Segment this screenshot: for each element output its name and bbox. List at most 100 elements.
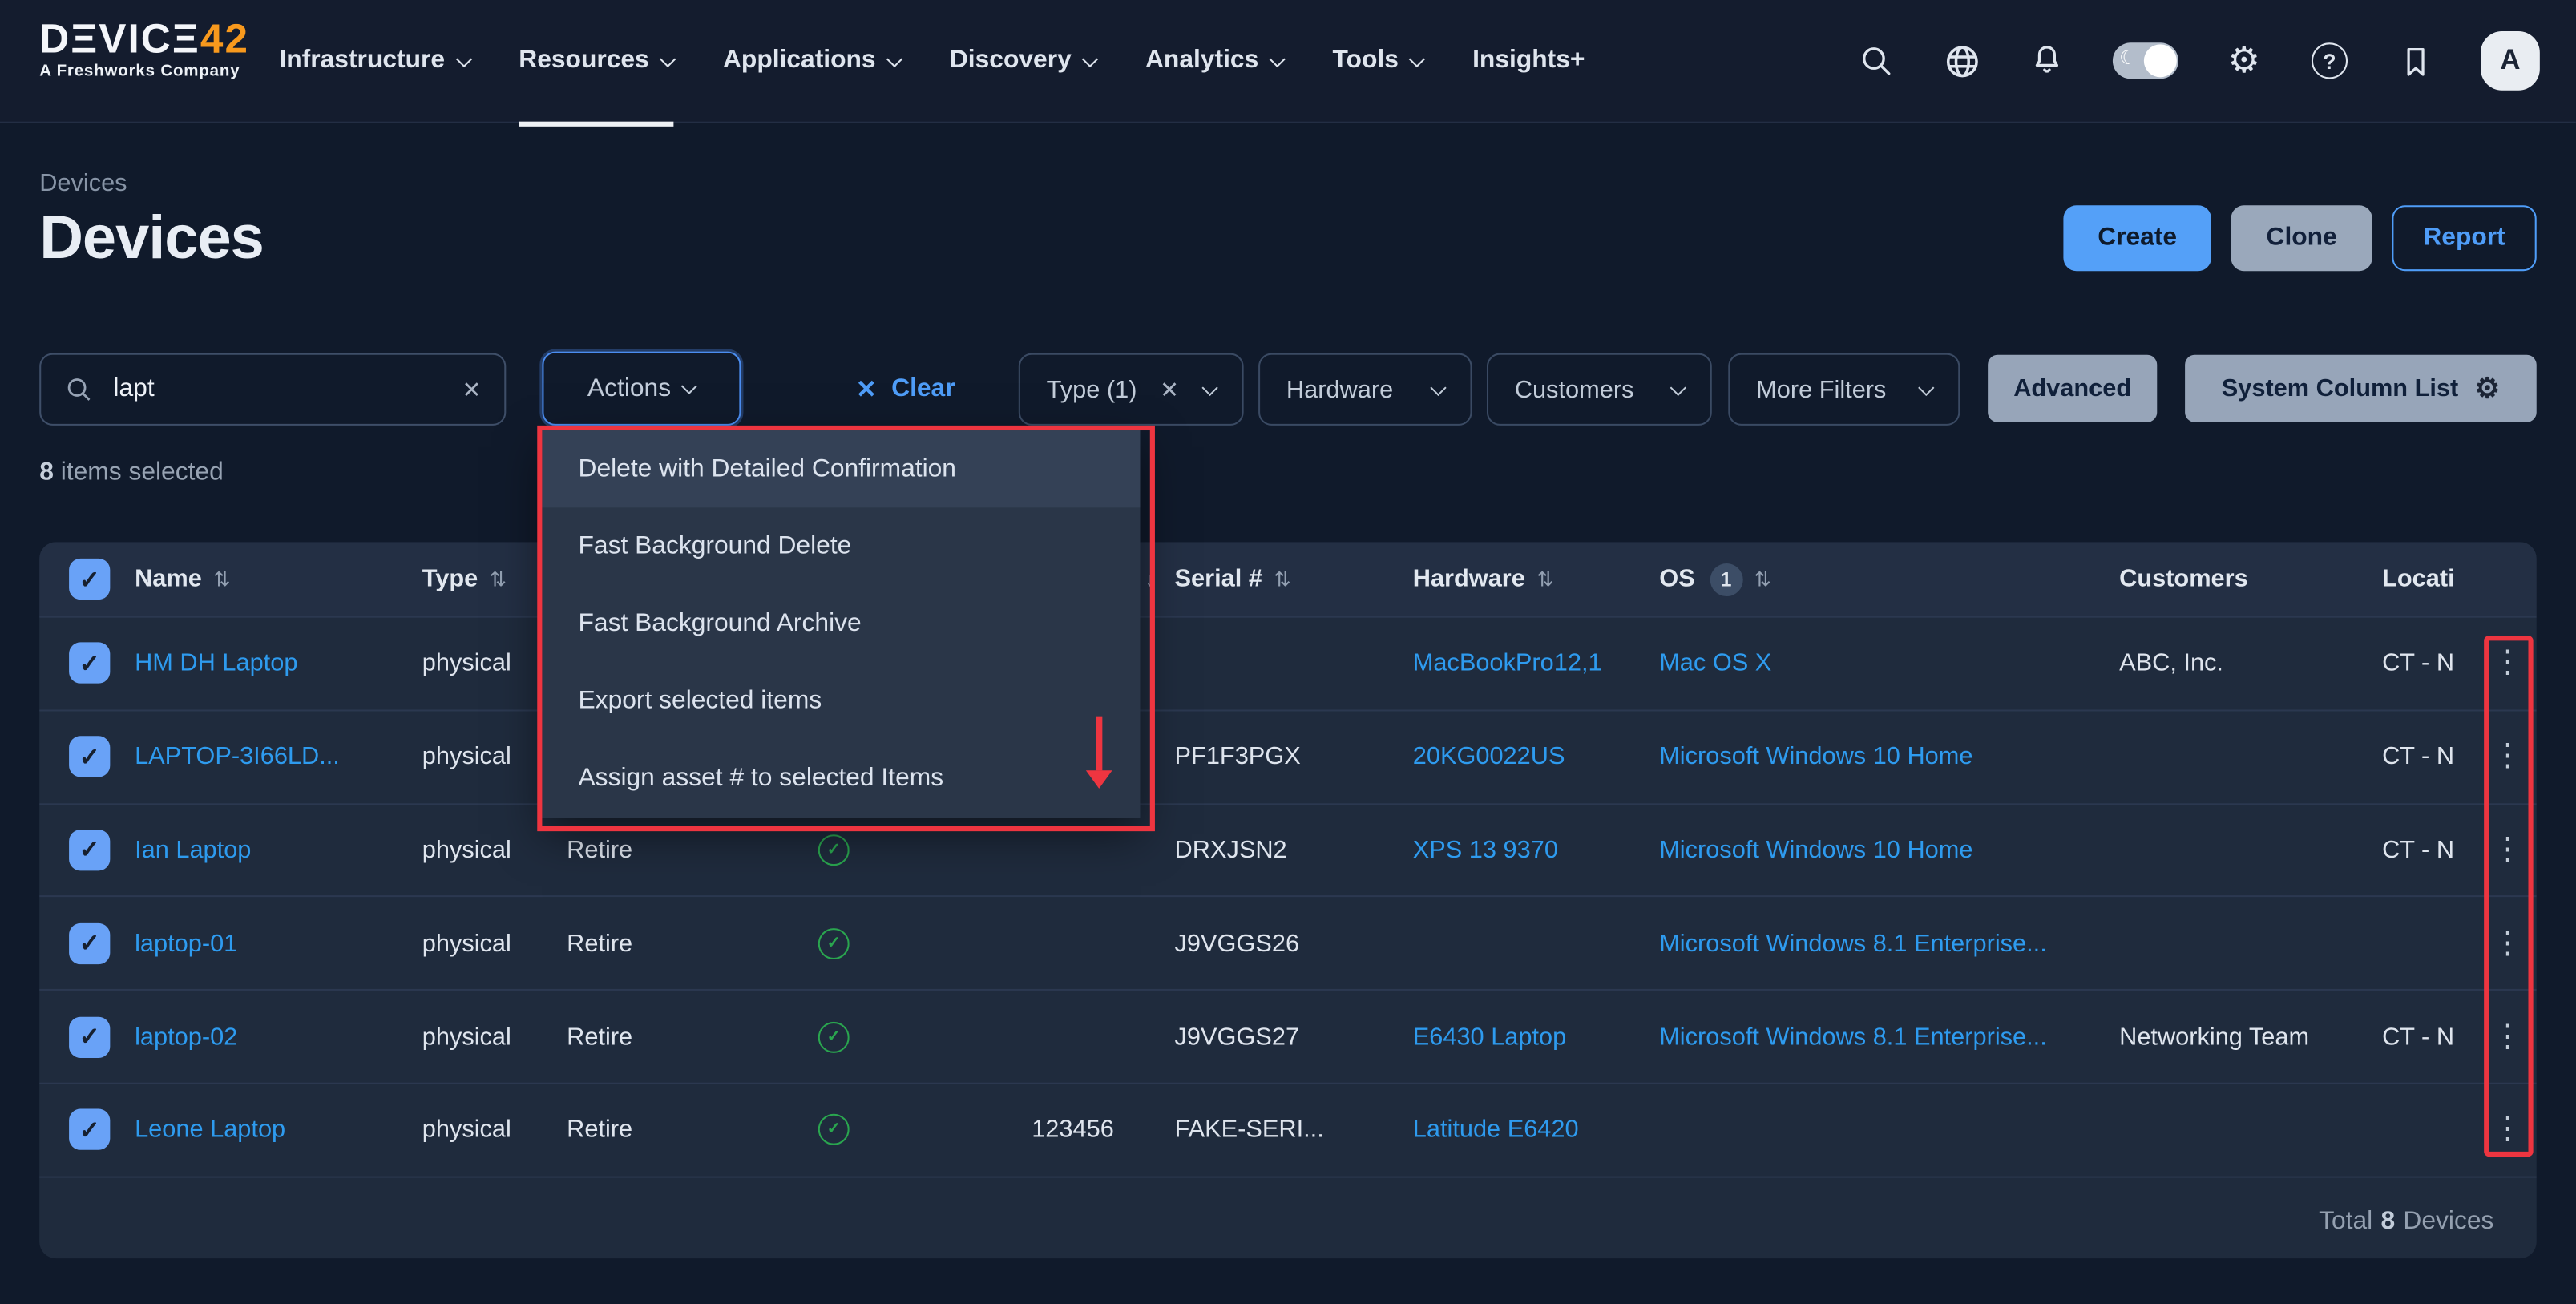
filter-chip-type-1-[interactable]: Type (1)✕ (1019, 353, 1244, 426)
chevron-down-icon (660, 50, 676, 67)
filter-chip-hardware[interactable]: Hardware (1258, 353, 1472, 426)
cell-type: physical (422, 991, 511, 1082)
menu-item-fast-background-delete[interactable]: Fast Background Delete (542, 508, 1140, 586)
row-checkbox[interactable] (69, 1109, 110, 1150)
cell-os[interactable]: Mac OS X (1659, 618, 1771, 709)
filter-chip-more-filters[interactable]: More Filters (1728, 353, 1960, 426)
row-checkbox[interactable] (69, 643, 110, 684)
row-actions-menu-button[interactable] (2490, 618, 2526, 709)
nav-item-insights-[interactable]: Insights+ (1472, 0, 1585, 122)
system-column-list-button[interactable]: System Column List⚙ (2185, 355, 2537, 422)
breadcrumb[interactable]: Devices (39, 169, 127, 197)
cell-in-service (818, 898, 850, 989)
nav-item-applications[interactable]: Applications (723, 0, 900, 122)
chevron-down-icon (886, 50, 902, 67)
cell-name[interactable]: LAPTOP-3I66LD... (135, 711, 340, 802)
row-checkbox[interactable] (69, 922, 110, 963)
device42-logo[interactable]: DΞVICΞ42 A Freshworks Company (39, 18, 249, 81)
cell-location: CT - N (2382, 991, 2481, 1082)
user-avatar[interactable]: A (2481, 31, 2540, 91)
row-checkbox[interactable] (69, 830, 110, 870)
column-header-hardware[interactable]: Hardware (1413, 542, 1554, 616)
globe-icon[interactable] (1942, 41, 1981, 80)
advanced-button[interactable]: Advanced (1988, 355, 2157, 422)
column-header-name[interactable]: Name (135, 542, 231, 616)
column-gear-icon: ⚙ (2475, 372, 2500, 405)
nav-item-infrastructure[interactable]: Infrastructure (279, 0, 469, 122)
column-header-os[interactable]: OS1 (1659, 542, 1771, 616)
cell-name[interactable]: laptop-02 (135, 991, 237, 1082)
filter-chip-label: More Filters (1756, 375, 1886, 403)
in-service-check-icon (818, 928, 850, 959)
search-clear-icon[interactable]: ✕ (462, 375, 482, 403)
help-icon[interactable]: ? (2310, 41, 2349, 80)
actions-dropdown-button[interactable]: Actions (542, 352, 741, 426)
row-actions-menu-button[interactable] (2490, 711, 2526, 802)
search-icon[interactable] (1856, 41, 1896, 80)
filter-clear-icon[interactable]: ✕ (1160, 375, 1179, 403)
row-actions-menu-button[interactable] (2490, 1084, 2526, 1176)
page-action-buttons: Create Clone Report (2063, 205, 2536, 271)
column-header-serial[interactable]: Serial # (1175, 542, 1291, 616)
cell-name[interactable]: HM DH Laptop (135, 618, 297, 709)
row-actions-menu-button[interactable] (2490, 991, 2526, 1082)
main-menu: InfrastructureResourcesApplicationsDisco… (279, 0, 1585, 122)
row-actions-menu-button[interactable] (2490, 805, 2526, 896)
devices-table: Name Type Serial # Hardware OS1 Customer… (39, 542, 2537, 1258)
cell-os[interactable]: Microsoft Windows 8.1 Enterprise... (1659, 898, 2047, 989)
table-row: laptop-02physicalRetireJ9VGGS27E6430 Lap… (39, 989, 2537, 1082)
notifications-bell-icon[interactable] (2027, 41, 2066, 80)
row-checkbox[interactable] (69, 1016, 110, 1057)
nav-item-label: Analytics (1145, 46, 1258, 75)
row-actions-menu-button[interactable] (2490, 898, 2526, 989)
column-header-type[interactable]: Type (422, 542, 507, 616)
cell-hardware[interactable]: E6430 Laptop (1413, 991, 1566, 1082)
device42-app: DΞVICΞ42 A Freshworks Company Infrastruc… (0, 0, 2576, 1304)
table-row: HM DH LaptopphysicalMacBookPro12,1Mac OS… (39, 616, 2537, 709)
cell-type: physical (422, 711, 511, 802)
search-box[interactable]: ✕ (39, 353, 506, 426)
cell-hardware[interactable]: MacBookPro12,1 (1413, 618, 1602, 709)
chevron-down-icon (455, 50, 471, 67)
table-row: Leone LaptopphysicalRetire123456FAKE-SER… (39, 1083, 2537, 1176)
cell-hardware[interactable]: 20KG0022US (1413, 711, 1565, 802)
page-title: Devices (39, 204, 264, 273)
hidden-column-sort-icon (1145, 542, 1156, 616)
menu-item-fast-background-archive[interactable]: Fast Background Archive (542, 586, 1140, 664)
cell-name[interactable]: laptop-01 (135, 898, 237, 989)
column-header-location[interactable]: Locati (2382, 542, 2455, 616)
in-service-check-icon (818, 834, 850, 866)
dark-mode-toggle[interactable]: ☾ (2113, 42, 2178, 79)
nav-item-resources[interactable]: Resources (519, 0, 673, 127)
filter-chip-customers[interactable]: Customers (1487, 353, 1712, 426)
clear-filters-link[interactable]: ✕ Clear (856, 352, 955, 426)
brand-subtitle: A Freshworks Company (39, 63, 249, 81)
cell-serial: FAKE-SERI... (1175, 1084, 1324, 1176)
menu-item-delete-with-detailed-confirmation[interactable]: Delete with Detailed Confirmation (542, 430, 1140, 508)
row-checkbox[interactable] (69, 737, 110, 777)
cell-os[interactable]: Microsoft Windows 10 Home (1659, 711, 1972, 802)
nav-item-tools[interactable]: Tools (1332, 0, 1423, 122)
cell-os[interactable]: Microsoft Windows 8.1 Enterprise... (1659, 991, 2047, 1082)
cell-hardware[interactable]: Latitude E6420 (1413, 1084, 1579, 1176)
menu-item-export-selected-items[interactable]: Export selected items (542, 663, 1140, 741)
cell-os[interactable]: Microsoft Windows 10 Home (1659, 805, 1972, 896)
toggle-knob (2144, 44, 2177, 77)
column-header-customers[interactable]: Customers (2119, 542, 2248, 616)
select-all-checkbox[interactable] (69, 559, 110, 600)
nav-item-discovery[interactable]: Discovery (950, 0, 1096, 122)
table-row: laptop-01physicalRetireJ9VGGS26Microsoft… (39, 896, 2537, 989)
settings-gear-icon[interactable]: ⚙ (2224, 41, 2263, 80)
chevron-down-icon (1409, 50, 1425, 67)
nav-item-analytics[interactable]: Analytics (1145, 0, 1283, 122)
cell-name[interactable]: Ian Laptop (135, 805, 251, 896)
cell-hardware[interactable]: XPS 13 9370 (1413, 805, 1558, 896)
report-button[interactable]: Report (2392, 205, 2536, 271)
menu-item-assign-asset-to-selected-items[interactable]: Assign asset # to selected Items (542, 741, 1140, 818)
search-input[interactable] (110, 373, 462, 406)
clone-button[interactable]: Clone (2231, 205, 2372, 271)
brand-42: 42 (200, 16, 249, 62)
cell-name[interactable]: Leone Laptop (135, 1084, 285, 1176)
create-button[interactable]: Create (2063, 205, 2211, 271)
bookmark-icon[interactable] (2395, 41, 2434, 80)
